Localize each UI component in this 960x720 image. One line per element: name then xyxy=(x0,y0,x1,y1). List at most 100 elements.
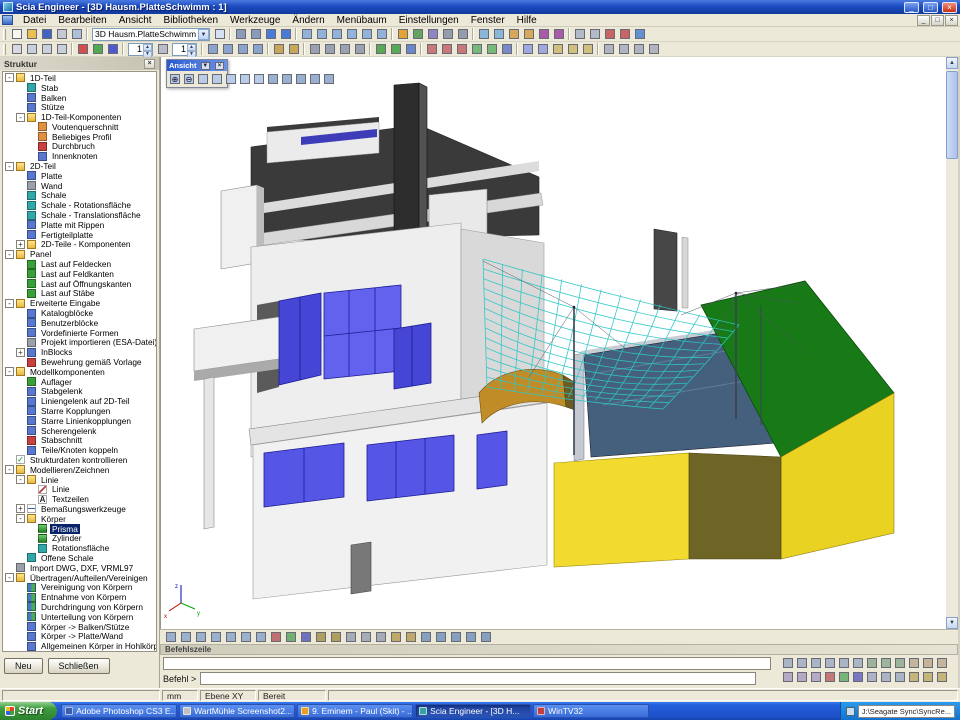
ucs-x-icon[interactable] xyxy=(75,42,90,56)
rotate-view-icon[interactable] xyxy=(252,72,266,86)
tree-item-k-rper-platte-wand[interactable]: Körper -> Platte/Wand xyxy=(3,631,156,641)
lock-z-icon[interactable] xyxy=(851,671,865,684)
scrollbar-track[interactable] xyxy=(946,69,958,617)
undo-icon[interactable] xyxy=(263,27,278,41)
snap-node-icon[interactable] xyxy=(795,657,809,670)
snap-settings-icon[interactable] xyxy=(587,27,602,41)
view-side-icon[interactable] xyxy=(235,42,250,56)
model-viewport[interactable]: z x y xyxy=(160,57,946,629)
taskbar-task-wintv32[interactable]: WinTV32 xyxy=(533,704,649,718)
picture-gallery-icon[interactable] xyxy=(478,630,493,644)
tree-item-bewehrung-gem-vorlage[interactable]: Bewehrung gemäß Vorlage xyxy=(3,357,156,367)
menu-hilfe[interactable]: Hilfe xyxy=(511,14,543,27)
copy-picture-icon[interactable] xyxy=(448,630,463,644)
tree-item-strukturdaten-kontrollieren[interactable]: ✓Strukturdaten kontrollieren xyxy=(3,455,156,465)
zoom-out-icon[interactable] xyxy=(344,27,359,41)
spinner-up-icon[interactable]: ▲ xyxy=(143,44,152,51)
tree-item-2d-teile-komponenten[interactable]: +2D-Teile - Komponenten xyxy=(3,240,156,250)
view-front-icon[interactable] xyxy=(220,42,235,56)
tree-item-allgemeinen-k-rper-in-hohlk-rper[interactable]: Allgemeinen Körper in Hohlkörper xyxy=(3,641,156,651)
viewstrip-rotate-icon[interactable] xyxy=(253,630,268,644)
snap-nearest-icon[interactable] xyxy=(893,657,907,670)
hidden-line-mode-icon[interactable] xyxy=(358,630,373,644)
restore-button[interactable]: □ xyxy=(923,2,938,13)
snap-midpoint-icon[interactable] xyxy=(823,657,837,670)
tree-item-unterteilung-von-k-rpern[interactable]: Unterteilung von Körpern xyxy=(3,612,156,622)
render-hidden-line-icon[interactable] xyxy=(322,42,337,56)
menu-bibliotheken[interactable]: Bibliotheken xyxy=(158,14,224,27)
ucs-reset-icon[interactable] xyxy=(935,671,949,684)
toolbar-close-icon[interactable]: × xyxy=(215,62,224,70)
viewstrip-previous-view-icon[interactable] xyxy=(223,630,238,644)
zoom-out-icon[interactable]: ⊖ xyxy=(182,72,196,86)
collapse-icon[interactable]: - xyxy=(5,162,14,171)
lock-y-icon[interactable] xyxy=(837,671,851,684)
menu-werkzeuge[interactable]: Werkzeuge xyxy=(224,14,286,27)
help-icon[interactable] xyxy=(632,27,647,41)
input-length-icon[interactable] xyxy=(865,671,879,684)
image-export-icon[interactable] xyxy=(580,42,595,56)
node-icon[interactable] xyxy=(499,42,514,56)
clipping-box-icon[interactable] xyxy=(271,42,286,56)
ansicht-toolbar-header[interactable]: Ansicht ▼ × xyxy=(167,60,227,71)
tree-item-beliebiges-profil[interactable]: Beliebiges Profil xyxy=(3,132,156,142)
menu-ndern[interactable]: Ändern xyxy=(286,14,330,27)
view-axo-icon[interactable] xyxy=(308,72,322,86)
collapse-icon[interactable]: - xyxy=(16,475,25,484)
perspective-toggle-icon[interactable] xyxy=(328,630,343,644)
minimize-button[interactable]: _ xyxy=(904,2,919,13)
redraw-icon[interactable] xyxy=(322,72,336,86)
tree-item-schale-translationsfl-che[interactable]: Schale - Translationsfläche xyxy=(3,210,156,220)
working-plane-icon[interactable] xyxy=(893,671,907,684)
project-settings-icon[interactable] xyxy=(476,27,491,41)
wireframe-mode-icon[interactable] xyxy=(343,630,358,644)
tree-item-voutenquerschnitt[interactable]: Voutenquerschnitt xyxy=(3,122,156,132)
select-rectangle-icon[interactable] xyxy=(24,42,39,56)
zoom-in-icon[interactable]: ⊕ xyxy=(168,72,182,86)
grid-icon[interactable] xyxy=(572,27,587,41)
tree-item-zylinder[interactable]: Zylinder xyxy=(3,533,156,543)
scale-spinner-y[interactable]: 1▲▼ xyxy=(172,43,197,56)
view-top-icon[interactable] xyxy=(205,42,220,56)
layers-icon[interactable] xyxy=(395,27,410,41)
tree-item-vordefinierte-formen[interactable]: Vordefinierte Formen xyxy=(3,328,156,338)
coord-polar-icon[interactable] xyxy=(809,671,823,684)
ucs-move-icon[interactable] xyxy=(907,671,921,684)
print-preview-icon[interactable] xyxy=(69,27,84,41)
rotate-view-icon[interactable] xyxy=(374,27,389,41)
tree-item-durchdringung-von-k-rpern[interactable]: Durchdringung von Körpern xyxy=(3,602,156,612)
viewstrip-zoom-out-icon[interactable] xyxy=(178,630,193,644)
scroll-down-icon[interactable]: ▼ xyxy=(946,617,958,629)
tree-item-2d-teil[interactable]: -2D-Teil xyxy=(3,161,156,171)
menu-ansicht[interactable]: Ansicht xyxy=(113,14,158,27)
check-structure-icon[interactable] xyxy=(520,42,535,56)
tree-item-fertigteilplatte[interactable]: Fertigteilplatte xyxy=(3,230,156,240)
redo-icon[interactable] xyxy=(278,27,293,41)
tree-item-modellieren-zeichnen[interactable]: -Modellieren/Zeichnen xyxy=(3,465,156,475)
viewstrip-pan-icon[interactable] xyxy=(238,630,253,644)
tree-item-stab[interactable]: Stab xyxy=(3,83,156,93)
viewstrip-zoom-all-icon[interactable] xyxy=(208,630,223,644)
load-cases-icon[interactable] xyxy=(536,27,551,41)
taskbar-task-scia-engineer-3d-h[interactable]: Scia Engineer - [3D H... xyxy=(415,704,531,718)
coordinate-input-icon[interactable] xyxy=(602,27,617,41)
zoom-in-icon[interactable] xyxy=(329,27,344,41)
snap-tracking-icon[interactable] xyxy=(921,657,935,670)
undo-view-icon[interactable] xyxy=(601,42,616,56)
tree-item-linie[interactable]: -Linie xyxy=(3,475,156,485)
tree-item-1d-teil[interactable]: -1D-Teil xyxy=(3,73,156,83)
snap-tangent-icon[interactable] xyxy=(865,657,879,670)
collapse-icon[interactable]: - xyxy=(5,250,14,259)
viewstrip-zoom-in-icon[interactable] xyxy=(163,630,178,644)
mdi-minimize-button[interactable]: _ xyxy=(917,15,930,26)
tree-item-k-rper[interactable]: -Körper xyxy=(3,514,156,524)
cross-sections-icon[interactable] xyxy=(506,27,521,41)
collapse-icon[interactable]: - xyxy=(5,573,14,582)
hinge-icon[interactable] xyxy=(484,42,499,56)
zoom-window-icon[interactable] xyxy=(196,72,210,86)
expand-icon[interactable]: + xyxy=(16,240,25,249)
child-window-icon[interactable] xyxy=(2,15,13,25)
tree-item-schale[interactable]: Schale xyxy=(3,191,156,201)
new-project-icon[interactable] xyxy=(9,27,24,41)
print-picture-icon[interactable] xyxy=(463,630,478,644)
